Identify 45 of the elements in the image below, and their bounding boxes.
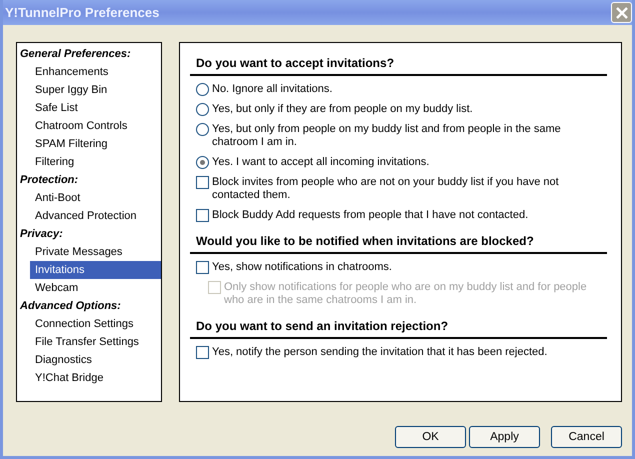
sidebar-group-heading: Protection: (19, 173, 80, 188)
sidebar-group-heading: General Preferences: (19, 47, 132, 62)
sidebar-item[interactable]: Enhancements (30, 63, 161, 81)
option-label: Block invites from people who are not on your buddy list if you have not contacted them. (212, 176, 560, 202)
section-heading: Would you like to be notified when invitations are blocked? (190, 234, 607, 254)
checkbox[interactable] (196, 209, 209, 222)
checkbox[interactable] (196, 176, 209, 189)
sidebar-group-heading: Privacy: (19, 227, 64, 242)
sidebar-item[interactable]: Webcam (30, 279, 161, 297)
sidebar-item[interactable]: Private Messages (30, 243, 161, 261)
sidebar-item[interactable]: SPAM Filtering (30, 135, 161, 153)
sidebar-item[interactable]: Anti-Boot (30, 189, 161, 207)
radio-button[interactable] (196, 123, 209, 136)
sidebar-item[interactable]: Invitations (30, 261, 161, 279)
sidebar-item[interactable]: Chatroom Controls (30, 117, 161, 135)
option-label: Yes. I want to accept all incoming invitations. (212, 156, 430, 169)
dialog-button[interactable]: OK (395, 426, 466, 448)
option-label: Yes, notify the person sending the invitation that it has been rejected. (212, 346, 548, 359)
section-heading: Do you want to accept invitations? (190, 56, 607, 76)
radio-button[interactable] (196, 83, 209, 96)
radio-button[interactable] (196, 156, 209, 169)
sidebar-item[interactable]: Super Iggy Bin (30, 81, 161, 99)
sidebar-item[interactable]: Y!Chat Bridge (30, 369, 161, 387)
option-label: Yes, but only if they are from people on my buddy list. (212, 103, 474, 116)
close-icon (614, 6, 628, 20)
checkbox[interactable] (196, 346, 209, 359)
option-label: Only show notifications for people who are on my buddy list and for people who are in the same chatrooms I am in. (224, 281, 588, 307)
radio-button[interactable] (196, 103, 209, 116)
sidebar-item[interactable]: Advanced Protection (30, 207, 161, 225)
option-label: No. Ignore all invitations. (212, 83, 334, 96)
option-label: Yes, show notifications in chatrooms. (212, 261, 393, 274)
dialog-button[interactable]: Cancel (551, 426, 622, 448)
window-title: Y!TunnelPro Preferences (4, 5, 160, 20)
sidebar-item[interactable]: File Transfer Settings (30, 333, 161, 351)
sidebar-group-heading: Advanced Options: (18, 299, 122, 314)
sidebar-item[interactable]: Connection Settings (30, 315, 161, 333)
sidebar-item[interactable]: Filtering (30, 153, 161, 171)
sidebar-item[interactable]: Safe List (30, 99, 161, 117)
close-button[interactable] (611, 2, 632, 23)
section-heading: Do you want to send an invitation rejection? (190, 319, 607, 339)
option-label: Block Buddy Add requests from people that I have not contacted. (212, 209, 530, 222)
sidebar-item[interactable]: Diagnostics (30, 351, 161, 369)
checkbox[interactable] (196, 261, 209, 274)
option-label: Yes, but only from people on my buddy list and from people in the same chatroom I am in. (212, 123, 562, 149)
dialog-button[interactable]: Apply (469, 426, 540, 448)
